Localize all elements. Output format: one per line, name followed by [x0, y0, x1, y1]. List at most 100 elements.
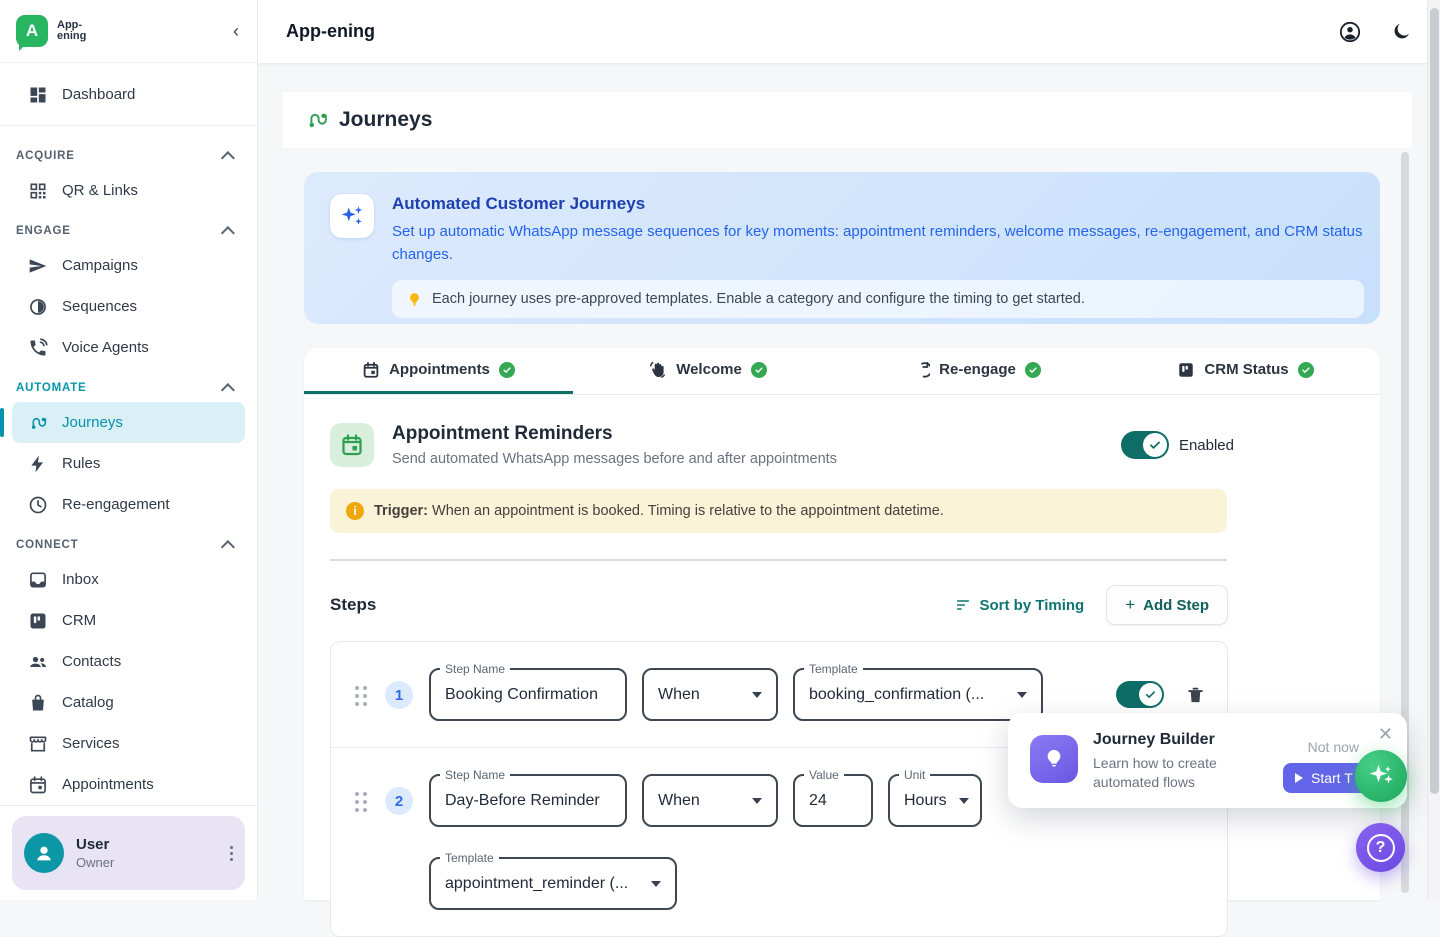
check-badge-icon [1298, 362, 1314, 378]
sidebar-item-journeys[interactable]: Journeys [12, 402, 245, 443]
step-number: 1 [385, 681, 413, 709]
sidebar-item-sequences[interactable]: Sequences [0, 286, 257, 327]
step-number: 2 [385, 787, 413, 815]
dark-mode-moon-icon[interactable] [1391, 21, 1412, 42]
lightbulb-icon [1030, 735, 1078, 783]
section-subtitle: Send automated WhatsApp messages before … [392, 451, 837, 467]
app-logo-icon: A [16, 15, 48, 47]
sidebar-item-crm[interactable]: CRM [0, 600, 257, 641]
info-icon: i [346, 502, 364, 520]
step-name-input[interactable] [445, 792, 611, 810]
template-select[interactable]: Template appointment_reminder (... [429, 857, 677, 910]
category-tabs: Appointments Welcome Re-engage CRM Statu… [304, 348, 1380, 395]
when-select[interactable]: When [642, 668, 778, 721]
value-input[interactable] [809, 792, 857, 810]
banner-note: Each journey uses pre-approved templates… [392, 280, 1364, 318]
send-icon [28, 256, 48, 276]
caret-down-icon [959, 798, 969, 804]
step-name-field[interactable]: Step Name [429, 774, 627, 827]
dashboard-icon [28, 85, 48, 105]
user-card[interactable]: User Owner [12, 816, 245, 890]
lightning-icon [28, 454, 48, 474]
sidebar-item-re-engagement[interactable]: Re-engagement [0, 484, 257, 525]
banner-body: Set up automatic WhatsApp message sequen… [392, 221, 1364, 266]
user-role: Owner [76, 855, 114, 870]
tab-appointments[interactable]: Appointments [304, 348, 573, 394]
sparkles-icon [330, 194, 374, 238]
sidebar-nav: Dashboard ACQUIRE QR & Links ENGAGE Camp… [0, 64, 257, 805]
window-scrollbar-thumb[interactable] [1430, 8, 1439, 794]
enabled-toggle[interactable] [1121, 431, 1169, 459]
page-header: Journeys [283, 92, 1412, 148]
calendar-icon [362, 361, 380, 379]
section-header-connect[interactable]: CONNECT [0, 525, 257, 559]
journeys-info-banner: Automated Customer Journeys Set up autom… [304, 172, 1380, 324]
storefront-icon [28, 734, 48, 754]
step-name-input[interactable] [445, 686, 611, 704]
add-step-button[interactable]: + Add Step [1106, 585, 1228, 625]
step-enabled-toggle[interactable] [1116, 681, 1164, 708]
tab-welcome[interactable]: Welcome [573, 348, 842, 394]
delete-trash-icon[interactable] [1186, 685, 1205, 705]
close-icon[interactable]: ✕ [1378, 725, 1393, 743]
section-title: Appointment Reminders [392, 423, 837, 445]
journeys-route-icon [305, 108, 329, 132]
chevron-up-icon [221, 226, 235, 240]
drag-handle-icon[interactable] [355, 686, 367, 706]
sidebar-item-dashboard[interactable]: Dashboard [0, 74, 257, 115]
section-header-engage[interactable]: ENGAGE [0, 211, 257, 245]
tab-re-engage[interactable]: Re-engage [842, 348, 1111, 394]
calendar-icon [330, 423, 374, 467]
section-header-acquire[interactable]: ACQUIRE [0, 136, 257, 170]
template-select[interactable]: Template booking_confirmation (... [793, 668, 1043, 721]
divider [330, 559, 1227, 561]
app-title: App-ening [286, 21, 375, 42]
sparkles-icon [1366, 761, 1396, 791]
enabled-label: Enabled [1179, 437, 1234, 454]
ai-sparkles-fab[interactable] [1355, 750, 1407, 802]
caret-down-icon [752, 692, 762, 698]
section-header-automate[interactable]: AUTOMATE [0, 368, 257, 402]
people-icon [28, 652, 48, 672]
sidebar-footer: User Owner [0, 805, 257, 900]
user-menu-icon[interactable] [230, 843, 233, 864]
chevron-up-icon [221, 383, 235, 397]
user-name: User [76, 836, 114, 853]
sidebar-item-services[interactable]: Services [0, 723, 257, 764]
sidebar-item-qr-links[interactable]: QR & Links [0, 170, 257, 211]
sidebar-item-contacts[interactable]: Contacts [0, 641, 257, 682]
inbox-icon [28, 570, 48, 590]
sidebar-item-rules[interactable]: Rules [0, 443, 257, 484]
refresh-icon [912, 361, 930, 379]
window-scrollbar[interactable] [1427, 0, 1440, 900]
qr-code-icon [28, 181, 48, 201]
sidebar-item-voice-agents[interactable]: Voice Agents [0, 327, 257, 368]
sidebar-item-catalog[interactable]: Catalog [0, 682, 257, 723]
shopping-bag-icon [28, 693, 48, 713]
page-title: Journeys [339, 108, 432, 132]
lightbulb-icon [407, 292, 422, 307]
phone-icon [28, 338, 48, 358]
when-select[interactable]: When [642, 774, 778, 827]
not-now-button[interactable]: Not now [1308, 739, 1359, 755]
calendar-icon [28, 775, 48, 795]
sidebar-item-appointments[interactable]: Appointments [0, 764, 257, 805]
unit-select[interactable]: Unit Hours [888, 774, 982, 827]
tab-crm-status[interactable]: CRM Status [1111, 348, 1380, 394]
drag-handle-icon[interactable] [355, 792, 367, 812]
account-icon[interactable] [1339, 21, 1361, 43]
appointment-reminders-header: Appointment Reminders Send automated Wha… [304, 395, 1380, 467]
help-fab[interactable]: ? [1356, 823, 1405, 872]
sidebar: A App- ening ‹ Dashboard ACQUIRE QR & Li… [0, 0, 258, 900]
kanban-icon [1177, 361, 1195, 379]
check-badge-icon [1025, 362, 1041, 378]
sort-by-timing-button[interactable]: Sort by Timing [955, 597, 1084, 614]
value-field[interactable]: Value [793, 774, 873, 827]
journey-builder-toast: Journey Builder Learn how to create auto… [1008, 713, 1407, 808]
toast-body: Learn how to create automated flows [1093, 754, 1253, 792]
sidebar-collapse-icon[interactable]: ‹ [233, 21, 239, 42]
step-name-field[interactable]: Step Name [429, 668, 627, 721]
sidebar-item-campaigns[interactable]: Campaigns [0, 245, 257, 286]
waving-hand-icon [648, 360, 667, 379]
sidebar-item-inbox[interactable]: Inbox [0, 559, 257, 600]
